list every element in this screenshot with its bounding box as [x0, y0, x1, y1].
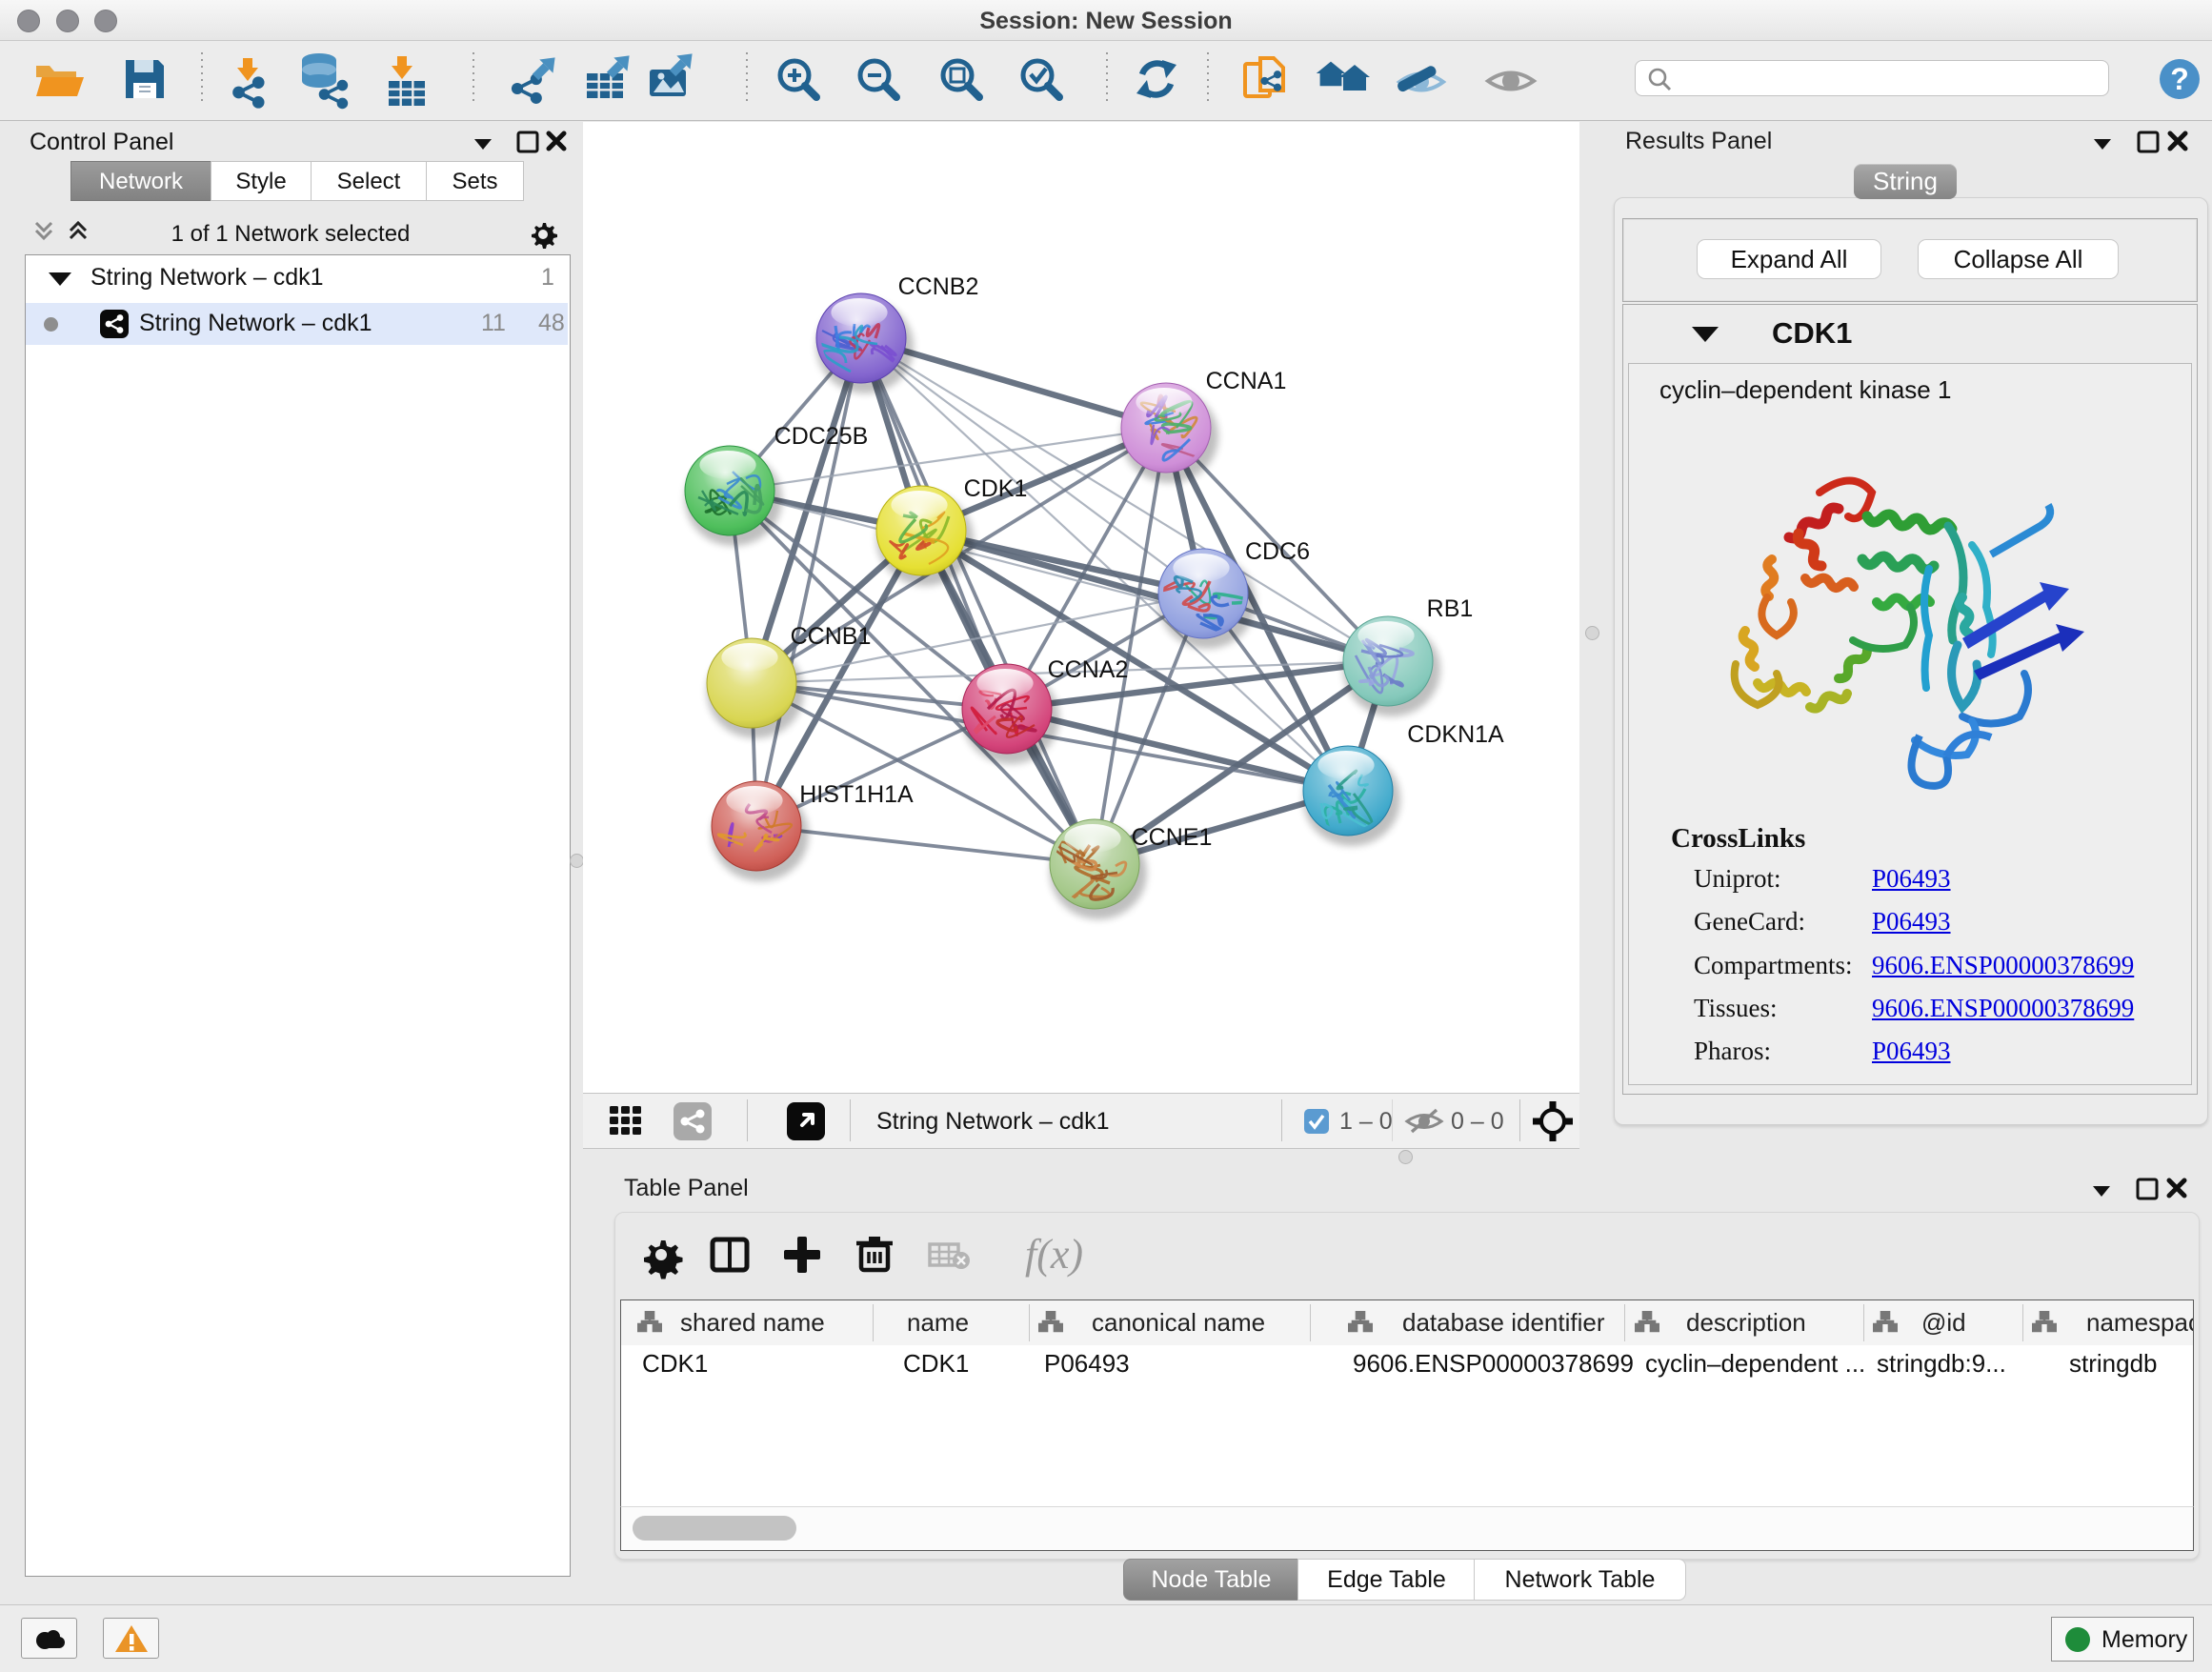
svg-text:CCNE1: CCNE1	[1132, 824, 1213, 851]
svg-text:CDKN1A: CDKN1A	[1407, 721, 1504, 748]
svg-text:RB1: RB1	[1427, 595, 1474, 622]
svg-text:f(x): f(x)	[1025, 1231, 1083, 1278]
svg-text:CDK1: CDK1	[964, 475, 1028, 502]
svg-text:CCNA2: CCNA2	[1048, 656, 1129, 683]
svg-text:?: ?	[2170, 62, 2189, 96]
svg-text:CCNB2: CCNB2	[898, 273, 979, 300]
svg-text:CCNA1: CCNA1	[1206, 368, 1287, 394]
svg-text:CDC6: CDC6	[1245, 538, 1310, 565]
svg-text:HIST1H1A: HIST1H1A	[799, 781, 914, 808]
svg-text:CCNB1: CCNB1	[791, 623, 872, 650]
svg-text:CDC25B: CDC25B	[774, 423, 869, 450]
